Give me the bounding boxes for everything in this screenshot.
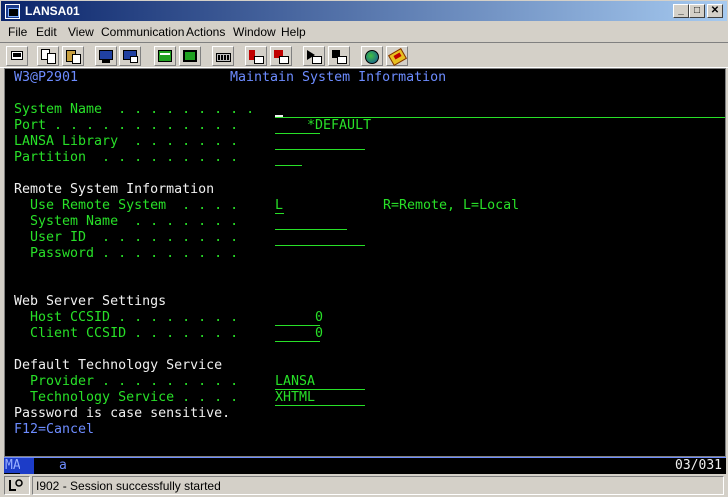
tech-service-field[interactable]: XHTML <box>275 390 365 406</box>
tech-section-header: Default Technology Service <box>14 358 223 373</box>
display-setup-icon[interactable] <box>179 46 201 66</box>
screen-title: Maintain System Information <box>230 70 447 85</box>
close-button[interactable]: ✕ <box>707 4 723 18</box>
oia-cursor-position: 03/031 <box>675 458 722 473</box>
status-message: I902 - Session successfully started <box>32 476 724 495</box>
minimize-button[interactable]: _ <box>673 4 689 18</box>
oia-mode: MA <box>4 458 22 473</box>
partition-label: Partition . . . . . . . . . <box>14 150 239 165</box>
oia-indicator: a <box>59 458 67 473</box>
paste-icon[interactable] <box>62 46 84 66</box>
port-field[interactable] <box>275 118 320 134</box>
status-bar: I902 - Session successfully started <box>0 474 728 497</box>
terminal-screen[interactable]: W3@P2901 Maintain System Information Sys… <box>4 68 726 457</box>
toolbar <box>0 42 728 68</box>
client-ccsid-label: Client CCSID . . . . . . . <box>14 326 239 341</box>
menu-actions[interactable]: Actions <box>186 25 225 39</box>
user-id-field[interactable] <box>275 230 365 246</box>
keypad-icon[interactable] <box>212 46 234 66</box>
oia-mode-indicator <box>20 458 34 474</box>
host-ccsid-label: Host CCSID . . . . . . . . <box>14 310 239 325</box>
operator-info-area: MA a 03/031 <box>4 457 726 474</box>
macro-stop-icon[interactable] <box>270 46 292 66</box>
password-field[interactable] <box>275 246 365 262</box>
program-id: W3@P2901 <box>14 70 79 85</box>
use-remote-field[interactable]: L <box>275 198 284 214</box>
macro-pause-icon[interactable] <box>328 46 350 66</box>
use-remote-hint: R=Remote, L=Local <box>383 198 520 213</box>
connect-globe-icon[interactable] <box>361 46 383 66</box>
remote-system-name-field[interactable] <box>275 214 347 230</box>
lansa-library-label: LANSA Library . . . . . . . <box>14 134 239 149</box>
macro-record-icon[interactable] <box>245 46 267 66</box>
remote-system-name-label: System Name . . . . . . . <box>14 214 239 229</box>
menu-communication[interactable]: Communication <box>101 25 184 39</box>
app-icon[interactable] <box>5 4 20 19</box>
tech-service-label: Technology Service . . . . <box>14 390 239 405</box>
client-ccsid-field[interactable]: 0 <box>275 326 323 342</box>
title-bar[interactable]: LANSA01 _ □ ✕ <box>0 0 728 22</box>
send-file-icon[interactable] <box>95 46 117 66</box>
password-label: Password . . . . . . . . . <box>14 246 239 261</box>
host-ccsid-field[interactable]: 0 <box>275 310 323 326</box>
message-line: Password is case sensitive. <box>14 406 231 421</box>
provider-label: Provider . . . . . . . . . <box>14 374 239 389</box>
remote-section-header: Remote System Information <box>14 182 215 197</box>
system-name-label: System Name . . . . . . . . . <box>14 102 255 117</box>
menu-help[interactable]: Help <box>281 25 306 39</box>
web-section-header: Web Server Settings <box>14 294 167 309</box>
window-title: LANSA01 <box>25 4 80 18</box>
use-remote-label: Use Remote System . . . . <box>14 198 239 213</box>
maximize-button[interactable]: □ <box>689 4 705 18</box>
print-screen-icon[interactable] <box>6 46 28 66</box>
user-id-label: User ID . . . . . . . . . <box>14 230 239 245</box>
menu-edit[interactable]: Edit <box>36 25 57 39</box>
menu-bar: File Edit View Communication Actions Win… <box>0 22 728 42</box>
port-label: Port . . . . . . . . . . . . <box>14 118 239 133</box>
copy-icon[interactable] <box>37 46 59 66</box>
display-icon[interactable] <box>154 46 176 66</box>
partition-field[interactable] <box>275 150 302 166</box>
fkey-f12-cancel[interactable]: F12=Cancel <box>14 422 94 438</box>
menu-window[interactable]: Window <box>233 25 276 39</box>
provider-field[interactable]: LANSA <box>275 374 365 390</box>
menu-file[interactable]: File <box>8 25 27 39</box>
receive-file-icon[interactable] <box>119 46 141 66</box>
menu-view[interactable]: View <box>68 25 94 39</box>
macro-play-icon[interactable] <box>303 46 325 66</box>
lansa-library-field[interactable] <box>275 134 365 150</box>
system-name-field[interactable]: *DEFAULT <box>275 102 725 133</box>
text-cursor <box>275 115 283 117</box>
help-icon[interactable] <box>386 46 408 66</box>
session-status-icon <box>4 476 30 495</box>
